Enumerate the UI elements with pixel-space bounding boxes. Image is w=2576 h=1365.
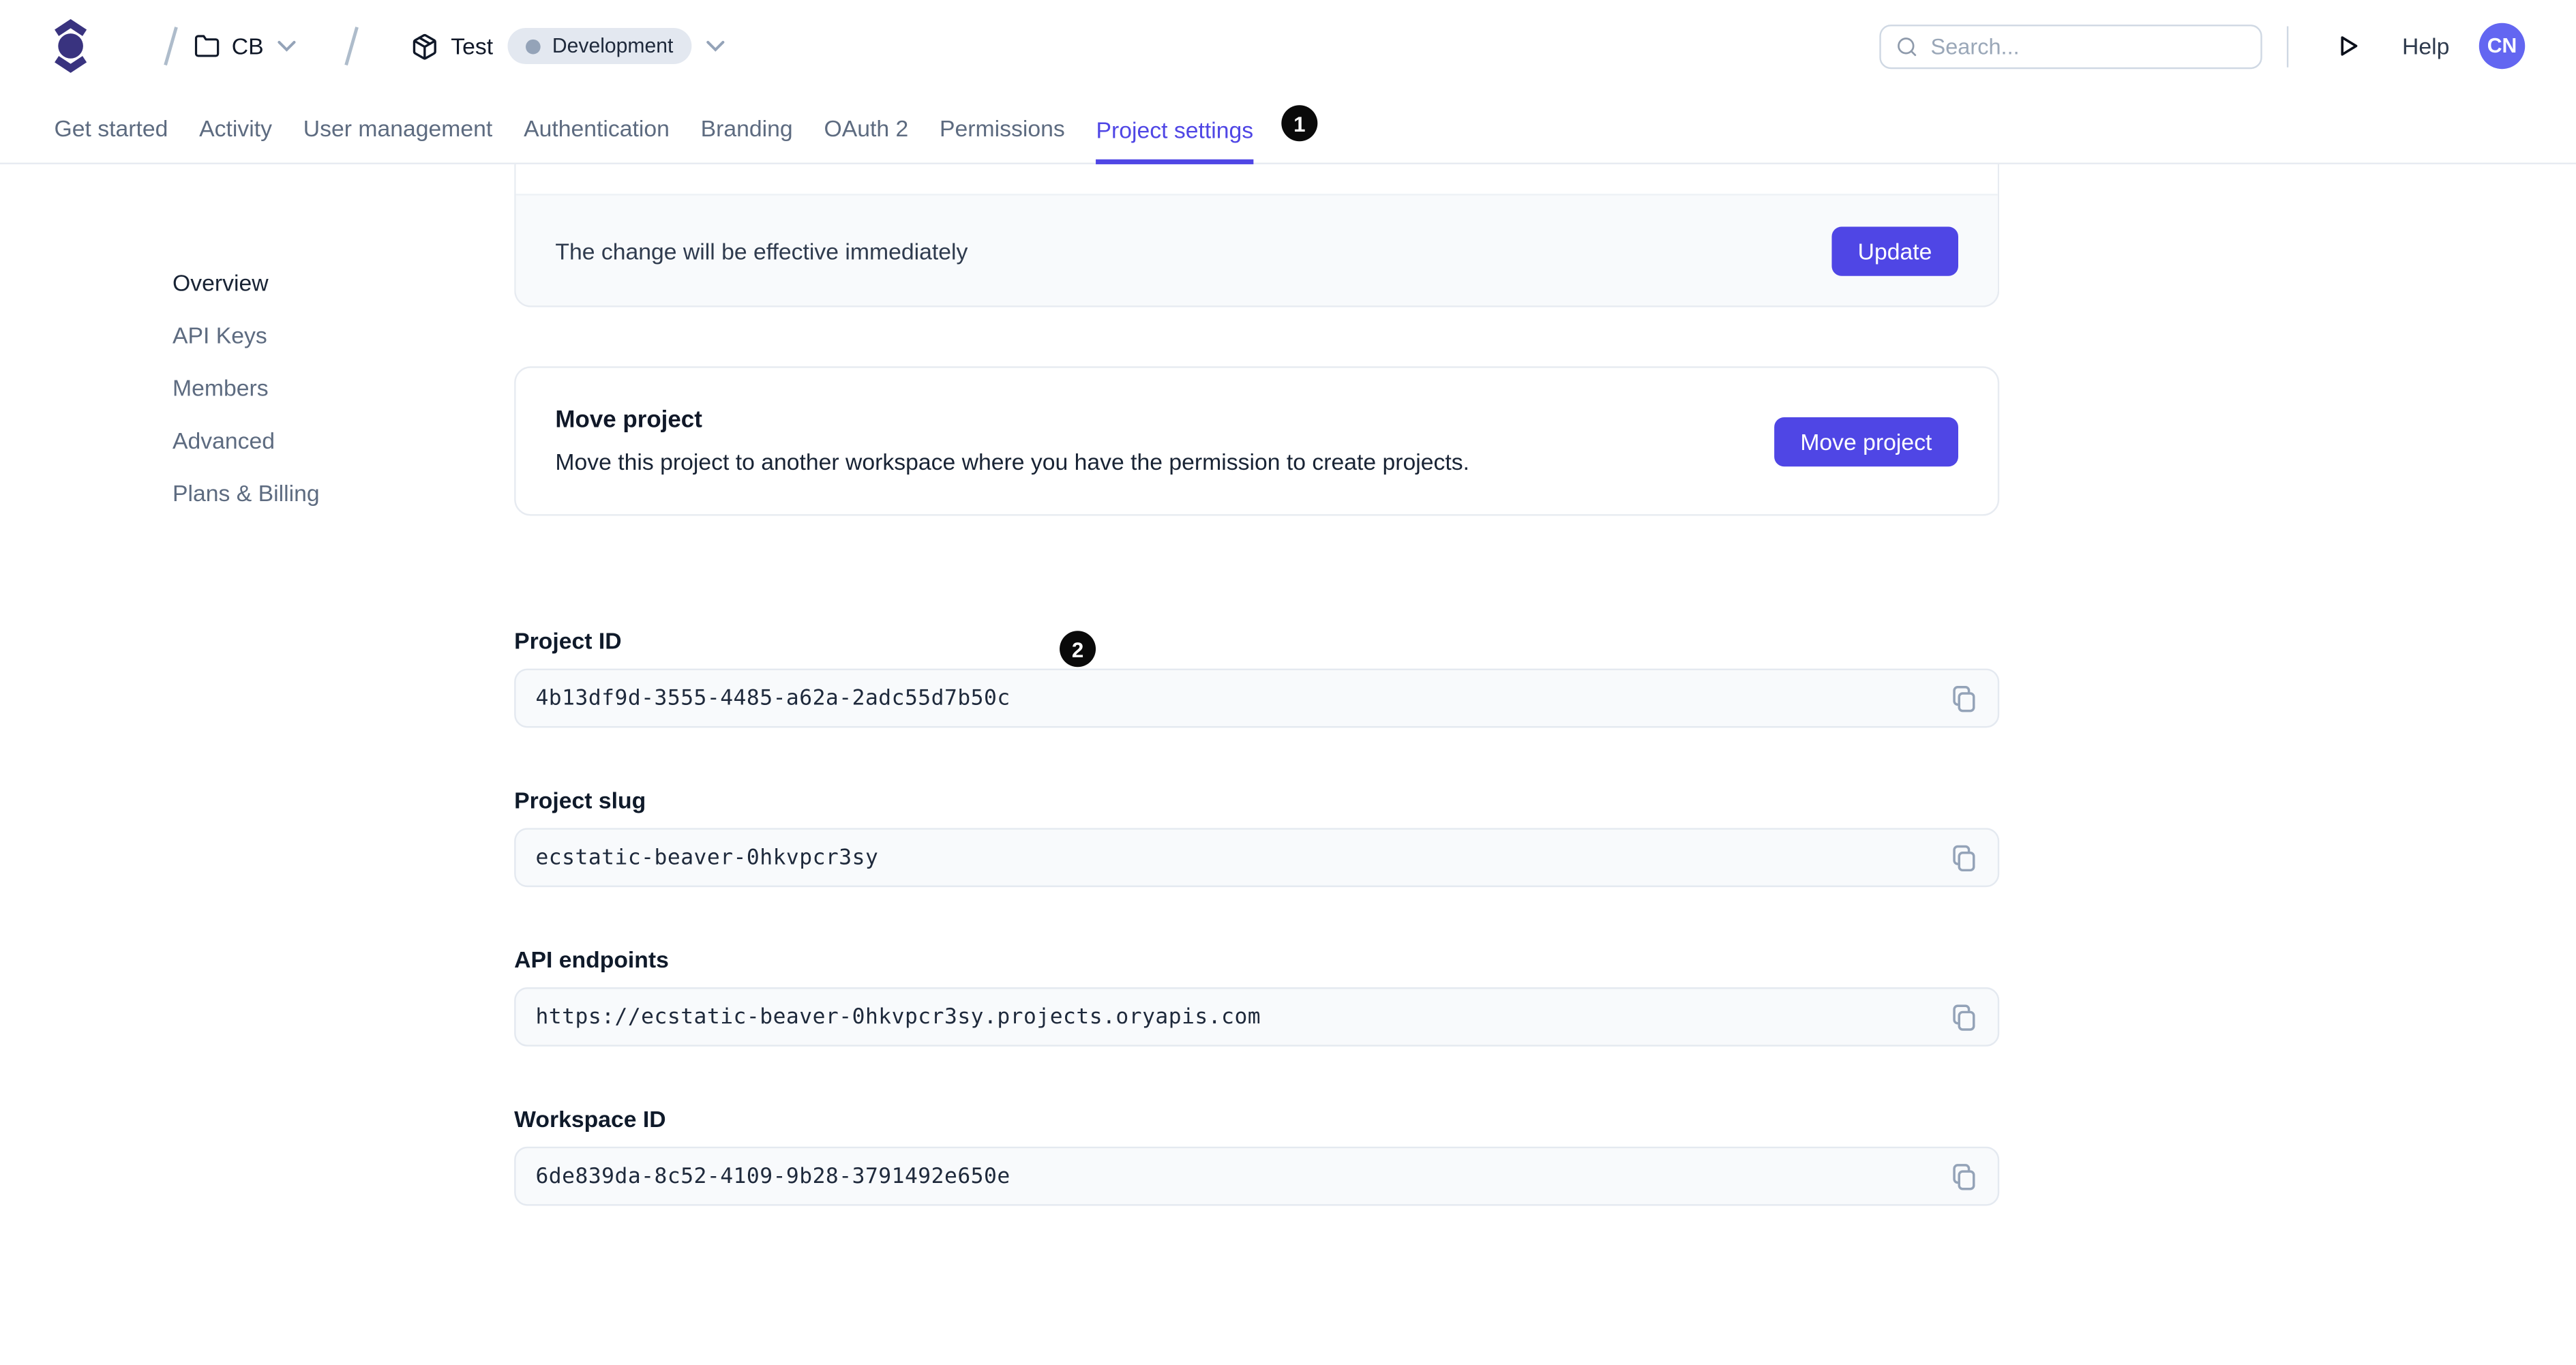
field-box-api-endpoints: https://ecstatic-beaver-0hkvpcr3sy.proje… bbox=[514, 987, 2000, 1047]
update-card-footer: The change will be effective immediately… bbox=[515, 194, 1998, 306]
annotation-marker-1: 1 bbox=[1281, 105, 1318, 142]
tab-authentication[interactable]: Authentication bbox=[524, 115, 670, 163]
move-project-button[interactable]: Move project bbox=[1773, 416, 1959, 466]
environment-label: Development bbox=[552, 34, 674, 58]
help-link[interactable]: Help bbox=[2402, 33, 2449, 59]
ory-console-app: CB Test Development Search... Help CN Ge… bbox=[0, 0, 2576, 1365]
field-group-workspace-id: Workspace ID 6de839da-8c52-4109-9b28-379… bbox=[514, 1105, 2000, 1206]
workspace-selector[interactable]: CB bbox=[194, 33, 297, 59]
field-label-project-slug: Project slug bbox=[514, 787, 646, 813]
settings-sidebar: Overview API Keys Members Advanced Plans… bbox=[173, 271, 320, 535]
sidebar-item-plans-billing[interactable]: Plans & Billing bbox=[173, 481, 320, 505]
field-value-project-id: 4b13df9d-3555-4485-a62a-2adc55d7b50c bbox=[535, 685, 1010, 711]
field-label-api-endpoints: API endpoints bbox=[514, 946, 669, 973]
tab-activity[interactable]: Activity bbox=[199, 115, 272, 163]
breadcrumb: CB Test Development bbox=[55, 18, 725, 74]
search-box[interactable] bbox=[1878, 23, 2262, 68]
move-project-text: Move project Move this project to anothe… bbox=[555, 408, 1469, 475]
copy-icon bbox=[1953, 1162, 1975, 1190]
folder-icon bbox=[194, 35, 220, 57]
copy-project-slug-button[interactable] bbox=[1947, 840, 1981, 875]
chevron-down-icon bbox=[706, 40, 724, 52]
update-card-body bbox=[515, 164, 1998, 194]
breadcrumb-separator-icon bbox=[161, 27, 181, 66]
ory-logo[interactable] bbox=[55, 18, 87, 74]
project-selector[interactable]: Test Development bbox=[411, 27, 724, 64]
field-box-project-id: 4b13df9d-3555-4485-a62a-2adc55d7b50c bbox=[514, 668, 2000, 728]
copy-workspace-id-button[interactable] bbox=[1947, 1159, 1981, 1194]
cli-play-button[interactable] bbox=[2337, 33, 2361, 59]
field-value-api-endpoints: https://ecstatic-beaver-0hkvpcr3sy.proje… bbox=[535, 1004, 1261, 1030]
field-label-project-id: Project ID bbox=[514, 627, 622, 654]
move-project-card: Move project Move this project to anothe… bbox=[514, 366, 2000, 516]
copy-project-id-button[interactable] bbox=[1947, 681, 1981, 716]
tab-oauth2[interactable]: OAuth 2 bbox=[824, 115, 908, 163]
environment-dot-icon bbox=[526, 38, 541, 54]
field-label-workspace-id: Workspace ID bbox=[514, 1105, 666, 1132]
avatar-initials: CN bbox=[2487, 34, 2517, 58]
field-group-api-endpoints: API endpoints https://ecstatic-beaver-0h… bbox=[514, 946, 2000, 1047]
settings-content: The change will be effective immediately… bbox=[514, 164, 2000, 1265]
sidebar-item-api-keys[interactable]: API Keys bbox=[173, 324, 320, 347]
header-actions: Help CN bbox=[1878, 22, 2526, 70]
project-identifiers: Project ID 4b13df9d-3555-4485-a62a-2adc5… bbox=[514, 627, 2000, 1206]
tab-user-management[interactable]: User management bbox=[303, 115, 492, 163]
move-project-description: Move this project to another workspace w… bbox=[555, 448, 1469, 475]
field-box-workspace-id: 6de839da-8c52-4109-9b28-3791492e650e bbox=[514, 1146, 2000, 1206]
move-project-title: Move project bbox=[555, 407, 702, 434]
workspace-name: CB bbox=[231, 33, 264, 59]
field-value-project-slug: ecstatic-beaver-0hkvpcr3sy bbox=[535, 845, 879, 870]
tab-get-started[interactable]: Get started bbox=[55, 115, 168, 163]
sidebar-item-members[interactable]: Members bbox=[173, 376, 320, 400]
environment-badge: Development bbox=[507, 27, 691, 64]
chevron-down-icon bbox=[278, 40, 297, 52]
user-avatar[interactable]: CN bbox=[2478, 22, 2526, 70]
tab-branding[interactable]: Branding bbox=[701, 115, 793, 163]
field-group-project-slug: Project slug ecstatic-beaver-0hkvpcr3sy bbox=[514, 787, 2000, 888]
top-header: CB Test Development Search... Help CN bbox=[0, 0, 2576, 92]
breadcrumb-separator-icon bbox=[342, 27, 362, 66]
sidebar-item-advanced[interactable]: Advanced bbox=[173, 429, 320, 452]
field-box-project-slug: ecstatic-beaver-0hkvpcr3sy bbox=[514, 828, 2000, 888]
search-icon bbox=[1897, 36, 1916, 56]
play-icon bbox=[2341, 36, 2358, 56]
ory-logo-icon bbox=[55, 19, 87, 73]
project-name: Test bbox=[451, 33, 494, 59]
copy-api-endpoints-button[interactable] bbox=[1947, 1000, 1981, 1034]
copy-icon bbox=[1953, 685, 1975, 712]
update-button[interactable]: Update bbox=[1831, 226, 1959, 275]
tab-permissions[interactable]: Permissions bbox=[940, 115, 1065, 163]
annotation-marker-2: 2 bbox=[1060, 631, 1096, 668]
field-group-project-id: Project ID 4b13df9d-3555-4485-a62a-2adc5… bbox=[514, 627, 2000, 728]
header-divider bbox=[2286, 25, 2289, 67]
copy-icon bbox=[1953, 844, 1975, 871]
update-note: The change will be effective immediately bbox=[555, 237, 968, 264]
sidebar-item-overview[interactable]: Overview bbox=[173, 271, 320, 295]
update-card: The change will be effective immediately… bbox=[514, 164, 2000, 308]
field-value-workspace-id: 6de839da-8c52-4109-9b28-3791492e650e bbox=[535, 1164, 1010, 1189]
package-icon bbox=[413, 33, 437, 59]
tab-project-settings[interactable]: Project settings bbox=[1096, 117, 1254, 164]
copy-icon bbox=[1953, 1004, 1975, 1030]
search-input[interactable] bbox=[1930, 33, 2245, 59]
